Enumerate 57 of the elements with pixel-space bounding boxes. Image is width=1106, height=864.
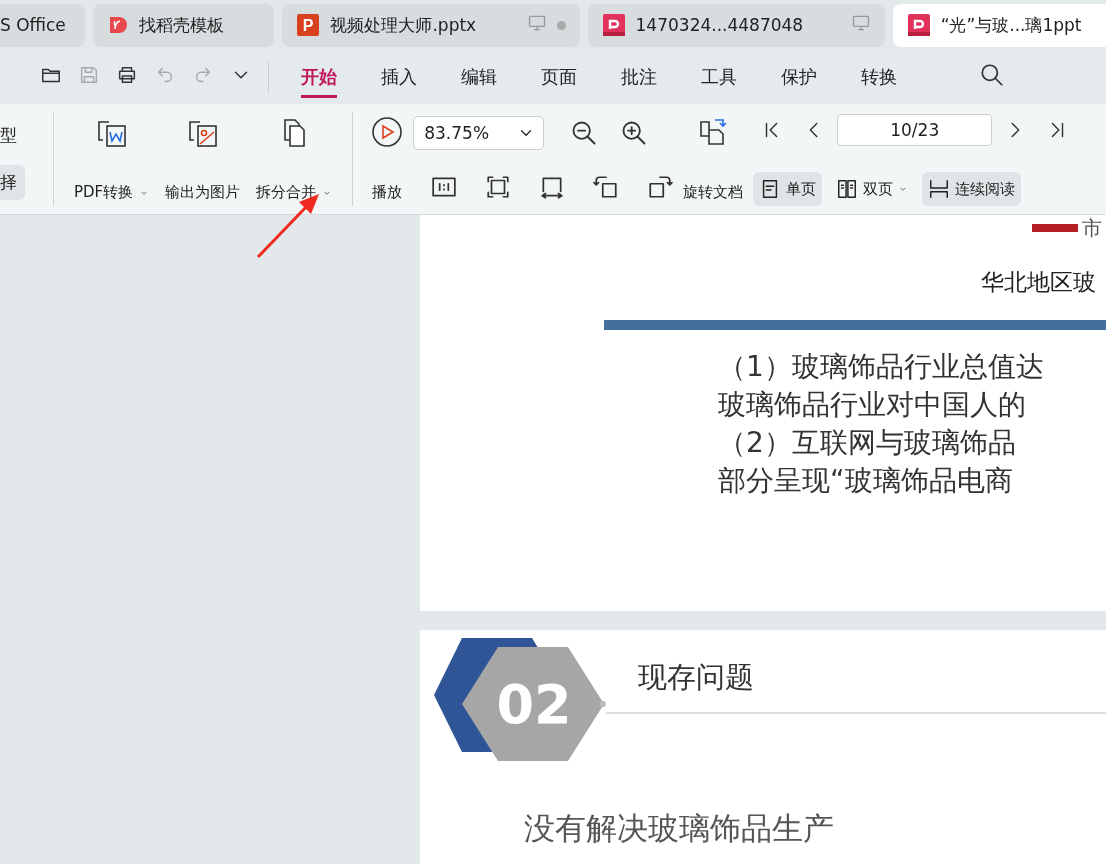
slide-text: （1）玻璃饰品行业总值达 [718, 349, 1045, 385]
ribbon-button[interactable]: 拆分合并 [252, 112, 337, 206]
menu-tab[interactable]: 保护 [781, 56, 817, 98]
double-page-icon [836, 178, 859, 200]
rotate-document-button[interactable]: 旋转文档 [681, 112, 746, 206]
play-button[interactable]: 播放 [361, 112, 414, 206]
print-icon [116, 64, 138, 86]
menu-tab[interactable]: 转换 [861, 56, 897, 98]
save-icon [78, 64, 100, 86]
document-tab[interactable]: 找稻壳模板 [93, 3, 275, 47]
view-mode-button[interactable]: 单页 [753, 172, 823, 206]
menu-tab[interactable]: 插入 [381, 56, 417, 98]
slide-text: 玻璃饰品行业对中国人的 [718, 387, 1027, 423]
document-tab[interactable]: 1470324...4487048 [587, 3, 885, 47]
ribbon-button[interactable]: 择 [0, 165, 25, 200]
tab-title: 视频处理大师.pptx [330, 13, 477, 37]
page-number-field[interactable]: 10/23 [837, 114, 993, 146]
play-icon [371, 116, 404, 148]
leaf-logo-icon [107, 14, 129, 36]
section-title: 现存问题 [638, 659, 755, 696]
continuous-scroll-icon [928, 178, 951, 200]
accent-bar [1032, 224, 1078, 232]
monitor-icon [850, 13, 871, 33]
document-tab[interactable]: P 视频处理大师.pptx [282, 3, 580, 47]
monitor-icon [526, 13, 547, 33]
fit-width-icon [539, 174, 566, 200]
document-tab[interactable]: S Office [0, 3, 85, 47]
slide-text: 没有解决玻璃饰品生产 [523, 809, 835, 848]
tab-title: 找稻壳模板 [139, 13, 224, 37]
menu-tab[interactable]: 批注 [621, 56, 657, 98]
slide-heading: 华北地区玻 [981, 268, 1096, 297]
rotate-right-icon [647, 174, 674, 200]
view-mode-button[interactable]: 连续阅读 [922, 172, 1022, 206]
actual-size-icon [431, 174, 458, 200]
zoom-dropdown[interactable]: 83.75% [413, 116, 545, 150]
ribbon-button[interactable]: 输出为图片 [161, 112, 245, 206]
presentation-file-icon: P [296, 13, 321, 37]
tab-title: “光”与玻...璃1ppt [940, 13, 1082, 37]
ribbon-button[interactable]: PDF转换 [70, 112, 154, 206]
menu-tab[interactable]: 工具 [701, 56, 737, 98]
document-tab[interactable]: “光”与玻...璃1ppt [892, 3, 1106, 47]
fit-page-icon [485, 174, 512, 200]
rotate-left-icon [593, 174, 620, 200]
menu-tab[interactable]: 编辑 [461, 56, 497, 98]
tab-title: 1470324...4487048 [635, 15, 804, 35]
menu-tab[interactable]: 页面 [541, 56, 577, 98]
pdf-file-icon [601, 13, 626, 37]
menu-tab[interactable]: 开始 [301, 56, 337, 98]
tab-title: S Office [0, 15, 66, 35]
search-icon [979, 62, 1005, 88]
slide-text: （2）互联网与玻璃饰品 [718, 425, 1017, 461]
pdf-file-icon [906, 13, 931, 37]
ribbon-button[interactable]: 型 [0, 118, 25, 153]
slide-tag: 市 [1082, 216, 1102, 240]
slide-text: 部分呈现“玻璃饰品电商 [718, 463, 1014, 499]
view-mode-button[interactable]: 双页 [830, 172, 915, 206]
rotate-pages-icon [697, 116, 730, 148]
